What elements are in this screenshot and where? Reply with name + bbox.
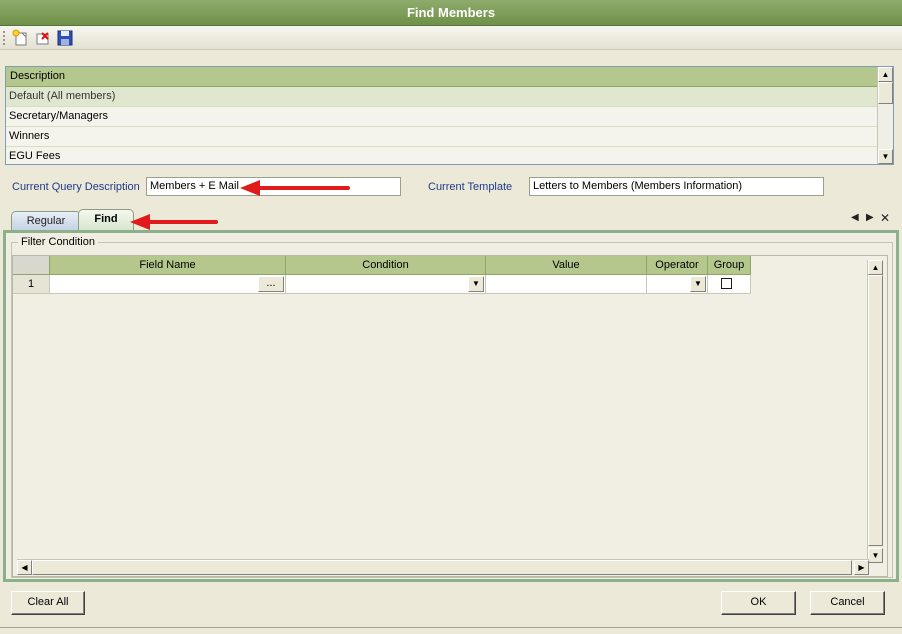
filter-grid: Field Name Condition Value Operator Grou… [12,255,888,577]
chevron-down-icon[interactable]: ▼ [690,276,706,292]
current-template-field[interactable]: Letters to Members (Members Information) [529,177,824,196]
tab-regular[interactable]: Regular [11,211,81,230]
cancel-button[interactable]: Cancel [810,591,885,615]
field-name-cell[interactable]: ... [50,275,286,294]
delete-icon[interactable] [34,29,52,47]
column-header-value[interactable]: Value [486,256,647,275]
query-list-item[interactable]: Winners [6,127,878,147]
red-arrow-icon [130,214,218,230]
grid-horizontal-scrollbar[interactable]: ◀ ▶ [17,559,869,575]
group-checkbox[interactable] [721,278,732,289]
red-arrow-icon [240,180,350,196]
tab-next-icon[interactable]: ▶ [866,212,874,223]
query-description-label: Current Query Description [12,181,140,193]
scroll-down-button[interactable]: ▼ [878,149,893,164]
column-header-operator[interactable]: Operator [647,256,708,275]
group-cell [708,275,751,294]
query-list-header[interactable]: Description [6,67,878,87]
chevron-down-icon[interactable]: ▼ [468,276,484,292]
query-list-item[interactable]: Default (All members) [6,87,878,107]
column-header-field-name[interactable]: Field Name [50,256,286,275]
scroll-down-button[interactable]: ▼ [868,548,883,563]
scroll-thumb[interactable] [878,82,893,104]
tab-close-icon[interactable]: ✕ [880,211,890,225]
toolbar [0,26,902,50]
row-number: 1 [13,275,50,294]
scroll-left-button[interactable]: ◀ [17,560,32,575]
column-header-condition[interactable]: Condition [286,256,486,275]
save-icon[interactable] [56,29,74,47]
window-bottom-border [0,627,902,628]
current-template-label: Current Template [428,181,513,193]
ok-button[interactable]: OK [721,591,796,615]
scroll-up-button[interactable]: ▲ [878,67,893,82]
operator-cell[interactable]: ▼ [647,275,708,294]
query-list-item[interactable]: Secretary/Managers [6,107,878,127]
grid-vertical-scrollbar[interactable]: ▲ ▼ [867,260,883,563]
window-title: Find Members [406,5,496,20]
window-title-bar: Find Members [0,0,902,26]
field-picker-button[interactable]: ... [258,276,284,292]
toolbar-grip[interactable] [3,31,5,45]
query-list-item[interactable]: EGU Fees [6,147,878,164]
scroll-thumb[interactable] [868,275,883,546]
query-list: Description Default (All members) Secret… [5,66,894,165]
find-tab-panel: Filter Condition Field Name Condition Va… [3,233,899,582]
grid-corner [13,256,50,275]
column-header-group[interactable]: Group [708,256,751,275]
filter-condition-title: Filter Condition [18,236,98,248]
new-icon[interactable] [12,29,30,47]
query-list-scrollbar[interactable]: ▲ ▼ [877,67,893,164]
condition-cell[interactable]: ▼ [286,275,486,294]
scroll-right-button[interactable]: ▶ [854,560,869,575]
scroll-up-button[interactable]: ▲ [868,260,883,275]
scroll-thumb[interactable] [32,560,852,575]
tab-prev-icon[interactable]: ◀ [851,212,859,223]
clear-all-button[interactable]: Clear All [11,591,85,615]
value-cell[interactable] [486,275,647,294]
